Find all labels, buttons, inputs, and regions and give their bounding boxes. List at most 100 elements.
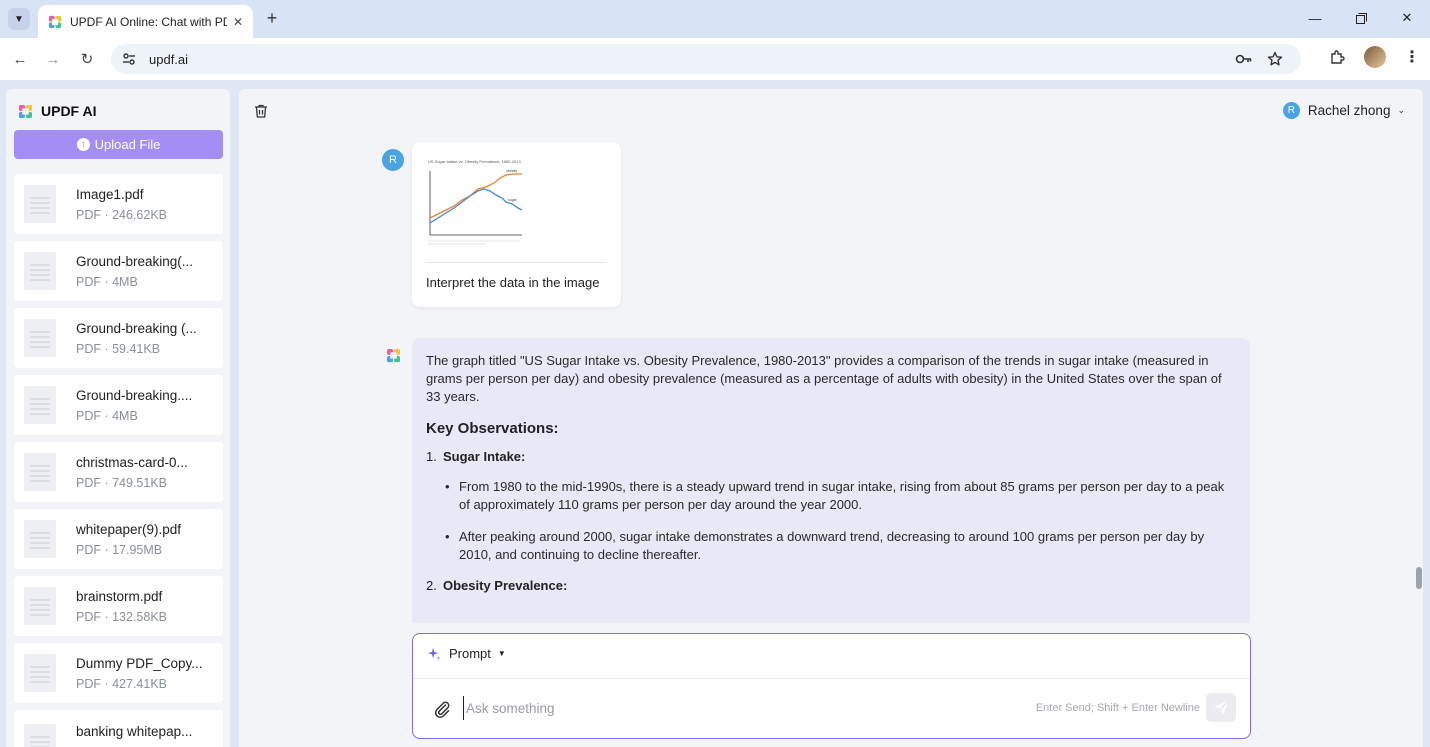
trash-icon[interactable] — [253, 103, 269, 119]
url-text: updf.ai — [149, 51, 189, 67]
paperclip-icon[interactable] — [433, 700, 451, 718]
upload-file-button[interactable]: ↑ Upload File — [14, 130, 223, 159]
ask-input[interactable] — [463, 696, 963, 720]
ai-list-item-title: 1. Sugar Intake: — [426, 449, 1236, 464]
ai-intro-paragraph: The graph titled "US Sugar Intake vs. Ob… — [426, 353, 1222, 404]
sidebar: UPDF AI ↑ Upload File Image1.pdf PDF · 24… — [6, 89, 230, 747]
send-icon — [1214, 700, 1228, 715]
ai-list-item-title: 2. Obesity Prevalence: — [426, 578, 1236, 593]
updf-favicon-icon — [48, 15, 62, 28]
divider — [426, 262, 606, 263]
reload-button[interactable]: ↻ — [76, 48, 98, 70]
user-avatar: R — [1282, 102, 1300, 119]
file-name: Ground-breaking (... — [76, 320, 197, 336]
prompt-mode-dropdown[interactable]: Prompt ▼ — [427, 646, 506, 661]
brand: UPDF AI — [18, 103, 96, 119]
caret-down-icon: ▼ — [497, 649, 506, 658]
file-name: Ground-breaking(... — [76, 253, 194, 269]
brand-name: UPDF AI — [41, 103, 97, 119]
attached-chart-thumbnail[interactable]: US Sugar Intake vs. Obesity Prevalence, … — [426, 158, 522, 246]
close-icon[interactable]: ✕ — [233, 15, 243, 29]
file-item[interactable]: Ground-breaking(... PDF · 4MB — [14, 241, 223, 301]
updf-logo-icon — [18, 104, 33, 118]
tab-search-button[interactable]: ▼ — [8, 8, 30, 30]
ai-bullet-list: From 1980 to the mid-1990s, there is a s… — [426, 478, 1236, 564]
upload-arrow-icon: ↑ — [76, 138, 90, 151]
file-item[interactable]: Ground-breaking.... PDF · 4MB — [14, 375, 223, 435]
star-icon[interactable] — [1267, 51, 1283, 67]
new-tab-button[interactable]: + — [262, 8, 282, 28]
restore-icon — [1355, 12, 1367, 24]
browser-tab-bar: ▼ UPDF AI Online: Chat with PDF ✕ + — ✕ — [0, 0, 1430, 38]
file-item[interactable]: Dummy PDF_Copy... PDF · 427.41KB — [14, 643, 223, 703]
address-bar[interactable]: updf.ai — [111, 44, 1301, 74]
thumbnail-sugar-label: sugar — [508, 198, 518, 202]
user-message-text: Interpret the data in the image — [426, 275, 600, 290]
ai-assistant-icon — [386, 348, 401, 363]
thumbnail-obesity-label: obesity — [506, 169, 517, 173]
file-name: Ground-breaking.... — [76, 387, 193, 403]
file-name: Dummy PDF_Copy... — [76, 655, 203, 671]
file-meta: PDF · 4MB — [76, 408, 138, 423]
file-name: brainstorm.pdf — [76, 588, 163, 604]
send-button[interactable] — [1206, 693, 1236, 722]
file-meta: PDF · 427.41KB — [76, 676, 168, 691]
ai-bullet: From 1980 to the mid-1990s, there is a s… — [445, 478, 1236, 514]
arrow-left-icon: ← — [12, 50, 28, 68]
file-meta: PDF · 749.51KB — [76, 475, 168, 490]
file-item[interactable]: Ground-breaking (... PDF · 59.41KB — [14, 308, 223, 368]
tab-title: UPDF AI Online: Chat with PDF — [70, 14, 227, 29]
chat-composer: Prompt ▼ Enter Send; Shift + Enter Newli… — [412, 633, 1251, 739]
user-message-card: US Sugar Intake vs. Obesity Prevalence, … — [412, 142, 621, 307]
profile-avatar[interactable] — [1364, 46, 1386, 68]
site-settings-icon — [123, 53, 135, 65]
extensions-icon[interactable] — [1329, 49, 1346, 66]
chevron-down-icon: ⌄ — [1397, 105, 1405, 115]
file-meta: PDF · 246.62KB — [76, 207, 168, 222]
back-button[interactable]: ← — [9, 48, 31, 70]
file-item[interactable]: brainstorm.pdf PDF · 132.58KB — [14, 576, 223, 636]
ai-heading: Key Observations: — [426, 420, 559, 437]
prompt-mode-label: Prompt — [449, 646, 491, 661]
file-item[interactable]: christmas-card-0... PDF · 749.51KB — [14, 442, 223, 502]
divider — [413, 678, 1250, 679]
user-name: Rachel zhong — [1307, 103, 1391, 118]
file-name: Image1.pdf — [76, 186, 144, 202]
file-meta: PDF · 17.95MB — [76, 542, 163, 557]
page-scrollbar[interactable] — [1416, 567, 1422, 589]
list-number: 2. — [426, 578, 437, 593]
file-name: banking whitepap... — [76, 724, 193, 739]
chat-panel: R Rachel zhong ⌄ R US Sugar Intake vs. O… — [239, 89, 1423, 747]
menu-dots-icon[interactable]: ⋮ — [1404, 47, 1420, 67]
pdf-file-icon — [24, 520, 56, 558]
file-item[interactable]: whitepaper(9).pdf PDF · 17.95MB — [14, 509, 223, 569]
browser-toolbar: ← → ↻ updf.ai ⋮ — [0, 38, 1430, 80]
close-window-button[interactable]: ✕ — [1384, 0, 1430, 36]
ai-bullet: After peaking around 2000, sugar intake … — [445, 528, 1236, 564]
file-item[interactable]: banking whitepap... — [14, 710, 223, 747]
upload-label: Upload File — [94, 137, 161, 152]
file-item[interactable]: Image1.pdf PDF · 246.62KB — [14, 174, 223, 234]
file-meta: PDF · 4MB — [76, 274, 138, 289]
list-title: Obesity Prevalence: — [443, 578, 568, 593]
key-icon[interactable] — [1235, 51, 1253, 67]
list-number: 1. — [426, 449, 437, 464]
arrow-right-icon: → — [45, 50, 61, 68]
file-meta: PDF · 59.41KB — [76, 341, 161, 356]
pdf-file-icon — [24, 319, 56, 357]
chevron-down-icon: ▼ — [14, 13, 24, 25]
ai-list: 1. Sugar Intake: From 1980 to the mid-19… — [426, 449, 1236, 593]
close-icon: ✕ — [1401, 10, 1413, 25]
message-user-avatar: R — [382, 149, 404, 171]
minimize-button[interactable]: — — [1292, 0, 1338, 36]
ai-response-card: The graph titled "US Sugar Intake vs. Ob… — [412, 338, 1250, 623]
user-menu[interactable]: R Rachel zhong ⌄ — [1282, 102, 1405, 119]
restore-button[interactable] — [1338, 0, 1384, 36]
pdf-file-icon — [24, 724, 56, 747]
forward-button[interactable]: → — [42, 48, 64, 70]
reload-icon: ↻ — [80, 51, 94, 68]
pdf-file-icon — [24, 185, 56, 223]
file-name: christmas-card-0... — [76, 454, 188, 470]
pdf-file-icon — [24, 386, 56, 424]
browser-tab[interactable]: UPDF AI Online: Chat with PDF ✕ — [38, 5, 253, 38]
